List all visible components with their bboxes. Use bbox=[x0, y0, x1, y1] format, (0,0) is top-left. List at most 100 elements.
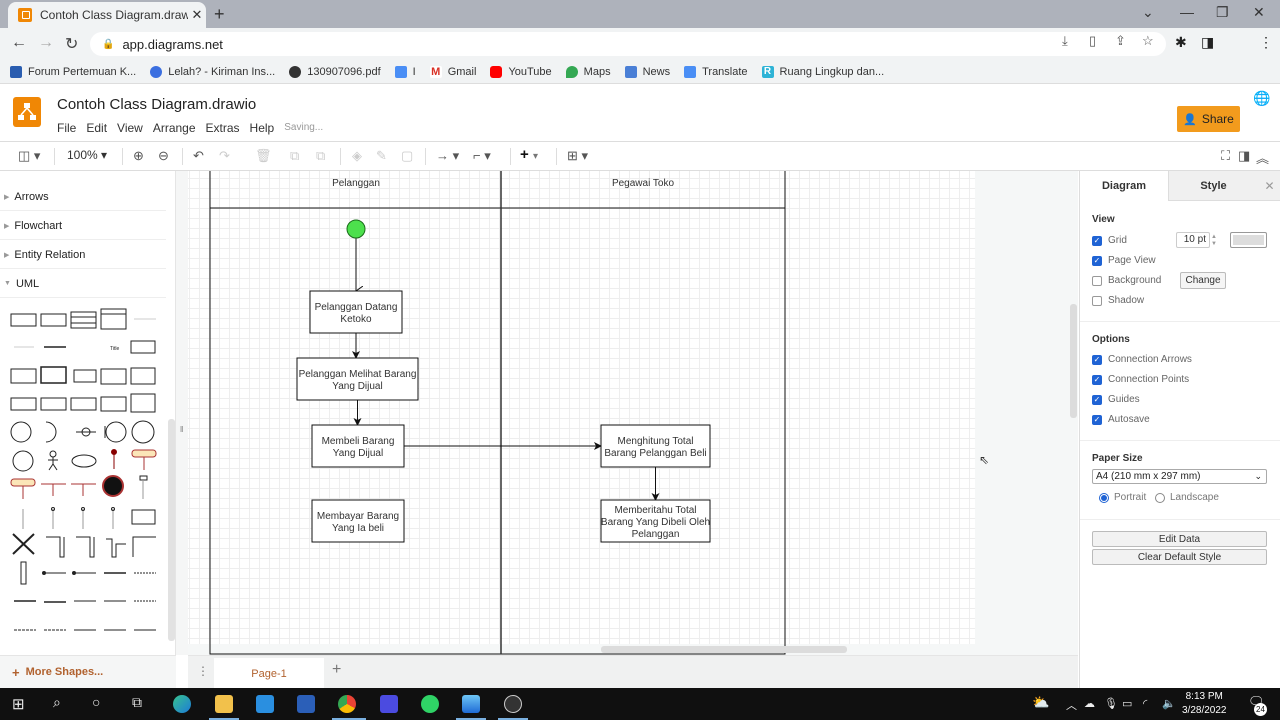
onedrive-icon[interactable]: ☁ bbox=[1084, 697, 1095, 710]
shape-component[interactable] bbox=[73, 369, 97, 383]
shape-required-interface[interactable] bbox=[45, 421, 57, 443]
shape-final-node[interactable] bbox=[102, 475, 124, 497]
close-window-button[interactable]: ✕ bbox=[1253, 4, 1265, 21]
shape-object-2[interactable] bbox=[40, 397, 67, 411]
shape-title[interactable]: Title bbox=[110, 346, 119, 352]
word-icon[interactable] bbox=[297, 695, 315, 713]
battery-icon[interactable]: ▭ bbox=[1122, 697, 1132, 710]
zoom-out-icon[interactable]: ⊖ bbox=[158, 148, 169, 164]
bookmark-item[interactable]: Maps bbox=[565, 65, 611, 78]
menu-edit[interactable]: Edit bbox=[86, 121, 107, 135]
activity-node[interactable]: Memberitahu TotalBarang Yang Dibeli Oleh… bbox=[600, 499, 711, 543]
task-view-icon[interactable]: ⧉ bbox=[132, 694, 142, 711]
shape-boundary[interactable] bbox=[105, 421, 127, 443]
bookmark-item[interactable]: YouTube bbox=[490, 65, 552, 78]
share-button[interactable]: 👤 Share bbox=[1177, 106, 1240, 132]
menu-file[interactable]: File bbox=[57, 121, 76, 135]
language-globe-icon[interactable]: 🌐 bbox=[1253, 90, 1270, 107]
bookmark-item[interactable]: Lelah? - Kiriman Ins... bbox=[150, 65, 275, 78]
swimlane-pool[interactable] bbox=[209, 171, 786, 655]
address-bar[interactable]: 🔒 app.diagrams.net bbox=[90, 32, 1166, 56]
shape-execution[interactable] bbox=[20, 561, 27, 585]
shape-return[interactable] bbox=[132, 536, 156, 557]
shape-actor[interactable] bbox=[49, 450, 57, 458]
side-panel-icon[interactable]: ◨ bbox=[1201, 34, 1214, 51]
minimize-button[interactable]: — bbox=[1180, 4, 1194, 20]
shape-class-list[interactable] bbox=[100, 308, 127, 330]
grid-color-swatch[interactable] bbox=[1230, 232, 1267, 248]
activity-node[interactable]: Membeli BarangYang Dijual bbox=[311, 424, 405, 468]
new-tab-button[interactable]: + bbox=[214, 4, 225, 25]
sidebar-category-flowchart[interactable]: ▶ Flowchart bbox=[0, 212, 166, 240]
page-icon[interactable]: ▯ bbox=[1089, 33, 1096, 49]
canvas-horizontal-scrollbar[interactable] bbox=[601, 646, 847, 653]
shadow-checkbox[interactable]: Shadow bbox=[1092, 295, 1144, 306]
obs-icon[interactable] bbox=[504, 695, 522, 713]
start-node[interactable] bbox=[346, 219, 366, 239]
chrome-icon[interactable] bbox=[338, 695, 356, 713]
shape-initial-lifeline[interactable] bbox=[111, 449, 117, 455]
grid-size-spinner[interactable]: ▲ ▼ bbox=[1211, 234, 1217, 248]
cortana-icon[interactable]: ○ bbox=[92, 694, 100, 710]
shape-class-2[interactable] bbox=[40, 313, 67, 327]
sidebar-category-arrows[interactable]: ▶ Arrows bbox=[0, 183, 166, 211]
change-background-button[interactable]: Change bbox=[1180, 272, 1226, 289]
clear-default-style-button[interactable]: Clear Default Style bbox=[1092, 549, 1267, 565]
photos-icon[interactable] bbox=[462, 695, 480, 713]
activity-node[interactable]: Pelanggan DatangKetoko bbox=[309, 290, 403, 334]
browser-tab[interactable]: Contoh Class Diagram.drawio - d ✕ bbox=[8, 2, 206, 28]
search-icon[interactable]: ⌕ bbox=[53, 694, 61, 711]
waypoints-icon[interactable]: ⌐ ▾ bbox=[473, 148, 491, 164]
bookmark-item[interactable]: News bbox=[624, 65, 670, 78]
shape-object-5[interactable] bbox=[130, 393, 156, 413]
page-tab[interactable]: Page-1 bbox=[214, 658, 324, 689]
shape-object-4[interactable] bbox=[100, 396, 127, 412]
shape-self-call[interactable] bbox=[46, 536, 65, 558]
bookmark-item[interactable]: Forum Pertemuan K... bbox=[10, 65, 136, 78]
document-title[interactable]: Contoh Class Diagram.drawio bbox=[57, 96, 256, 113]
connection-arrows-checkbox[interactable]: ✓ Connection Arrows bbox=[1092, 354, 1192, 365]
menu-extras[interactable]: Extras bbox=[206, 121, 240, 135]
mail-icon[interactable] bbox=[256, 695, 274, 713]
table-icon[interactable]: ⊞ ▾ bbox=[567, 148, 588, 164]
shape-frame[interactable] bbox=[40, 366, 67, 384]
bookmark-item[interactable]: I bbox=[394, 65, 416, 78]
sidebar-category-uml[interactable]: ▼ UML bbox=[0, 270, 166, 298]
pages-menu-icon[interactable]: ⋮ bbox=[197, 664, 209, 678]
wifi-icon[interactable]: ◜ bbox=[1143, 697, 1147, 710]
zoom-select[interactable]: 100% ▾ bbox=[67, 148, 107, 162]
activity-node[interactable]: Membayar BarangYang Ia beli bbox=[311, 499, 405, 543]
sidebar-splitter[interactable]: ‖ bbox=[176, 171, 188, 655]
shape-class[interactable] bbox=[10, 313, 37, 327]
menu-arrange[interactable]: Arrange bbox=[153, 121, 196, 135]
to-front-icon[interactable]: ⧉ bbox=[290, 148, 299, 164]
volume-icon[interactable]: 🔈 bbox=[1162, 697, 1176, 710]
fullscreen-icon[interactable]: ⛶ bbox=[1221, 148, 1230, 164]
redo-icon[interactable]: ↷ bbox=[219, 148, 230, 164]
back-icon[interactable]: ← bbox=[11, 34, 27, 52]
diagram-canvas[interactable]: Pelanggan Pegawai Toko Pelanggan Datang K… bbox=[188, 171, 1078, 655]
line-color-icon[interactable]: ✎ bbox=[376, 148, 387, 164]
app-icon[interactable] bbox=[380, 695, 398, 713]
shape-lifeline[interactable] bbox=[139, 475, 148, 481]
extensions-icon[interactable]: ✱ bbox=[1175, 34, 1187, 51]
page-view-checkbox[interactable]: ✓ Page View bbox=[1092, 255, 1156, 266]
sidebar-category-entity-relation[interactable]: ▶ Entity Relation bbox=[0, 241, 166, 269]
install-app-icon[interactable]: ⤓ bbox=[1062, 33, 1068, 49]
shape-use-case[interactable] bbox=[71, 454, 97, 468]
add-page-button[interactable]: + bbox=[332, 661, 341, 679]
shape-component-note[interactable] bbox=[10, 368, 37, 384]
bookmark-star-icon[interactable]: ☆ bbox=[1142, 33, 1154, 49]
close-tab-icon[interactable]: ✕ bbox=[188, 7, 206, 23]
to-back-icon[interactable]: ⧉ bbox=[316, 148, 325, 164]
lane-label-pelanggan[interactable]: Pelanggan bbox=[332, 178, 380, 189]
tab-search-icon[interactable]: ⌄ bbox=[1142, 4, 1154, 21]
connection-style-icon[interactable]: → ▾ bbox=[436, 148, 459, 164]
grid-size-input[interactable]: 10 pt bbox=[1176, 232, 1210, 248]
edge-icon[interactable] bbox=[173, 695, 191, 713]
microphone-icon[interactable]: 🎙 bbox=[1104, 697, 1118, 710]
shape-note[interactable] bbox=[130, 340, 156, 354]
lane-label-pegawai-toko[interactable]: Pegawai Toko bbox=[612, 178, 675, 189]
shape-state[interactable] bbox=[131, 449, 157, 458]
shadow-icon[interactable]: ▢ bbox=[401, 148, 413, 164]
